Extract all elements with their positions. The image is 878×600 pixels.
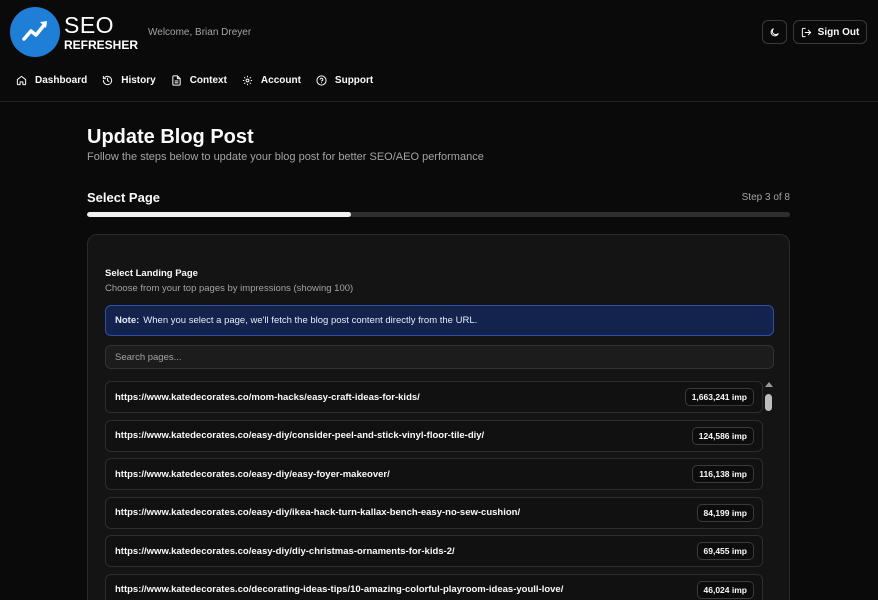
nav-item-context[interactable]: Context xyxy=(171,75,227,86)
impressions-badge: 46,024 imp xyxy=(696,580,754,599)
nav-label-dashboard: Dashboard xyxy=(35,74,88,86)
page-url: https://www.katedecorates.co/mom-hacks/e… xyxy=(115,391,420,403)
list-item[interactable]: https://www.katedecorates.co/easy-diy/di… xyxy=(105,535,763,567)
nav-label-context: Context xyxy=(189,74,227,86)
log-out-icon xyxy=(801,27,811,37)
page-subtitle: Follow the steps below to update your bl… xyxy=(87,151,484,163)
home-icon xyxy=(16,75,27,85)
document-icon xyxy=(172,74,181,86)
card-subtitle: Choose from your top pages by impression… xyxy=(105,283,354,294)
nav-item-account[interactable]: Account xyxy=(242,75,301,86)
gear-icon xyxy=(242,75,253,85)
list-item[interactable]: https://www.katedecorates.co/easy-diy/ik… xyxy=(105,496,763,529)
list-scrollbar[interactable] xyxy=(764,381,774,600)
note-text: When you select a page, we'll fetch the … xyxy=(143,315,478,326)
nav-label-account: Account xyxy=(260,74,301,86)
impressions-badge: 69,455 imp xyxy=(696,542,754,560)
nav-item-dashboard[interactable]: Dashboard xyxy=(16,75,87,86)
scroll-up-arrow-icon[interactable] xyxy=(765,382,773,387)
trend-arrow-icon xyxy=(10,7,60,57)
search-field xyxy=(105,345,774,369)
nav-item-support[interactable]: Support xyxy=(316,75,373,86)
nav-item-history[interactable]: History xyxy=(102,74,156,86)
page-url: https://www.katedecorates.co/easy-diy/ea… xyxy=(115,468,390,480)
history-icon xyxy=(103,75,113,85)
list-item[interactable]: https://www.katedecorates.co/decorating-… xyxy=(105,573,763,600)
moon-icon xyxy=(770,27,779,36)
impressions-badge: 1,663,241 imp xyxy=(684,388,754,406)
logo-text-refresher: REFRESHER xyxy=(64,37,139,52)
logo-text-seo: SEO xyxy=(64,11,115,38)
welcome-message: Welcome, Brian Dreyer xyxy=(148,27,252,38)
list-item[interactable]: https://www.katedecorates.co/mom-hacks/e… xyxy=(105,381,763,413)
step-title: Select Page xyxy=(87,190,160,205)
impressions-badge: 84,199 imp xyxy=(696,503,754,522)
sign-out-label: Sign Out xyxy=(817,26,860,38)
search-input[interactable] xyxy=(106,346,773,368)
list-item[interactable]: https://www.katedecorates.co/easy-diy/ea… xyxy=(105,458,763,490)
progress-bar xyxy=(87,212,790,217)
note-label: Note: xyxy=(115,315,140,326)
theme-toggle-button[interactable] xyxy=(762,20,787,44)
progress-bar-fill xyxy=(87,212,351,217)
nav-label-history: History xyxy=(121,74,156,86)
nav-label-support: Support xyxy=(334,74,374,86)
sign-out-button[interactable]: Sign Out xyxy=(793,20,867,44)
page-url: https://www.katedecorates.co/decorating-… xyxy=(115,584,564,595)
info-note: Note: When you select a page, we'll fetc… xyxy=(105,305,774,336)
landing-page-card: Select Landing Page Choose from your top… xyxy=(87,234,790,600)
step-counter: Step 3 of 8 xyxy=(741,192,790,203)
impressions-badge: 116,138 imp xyxy=(692,465,754,483)
main-nav: Dashboard History Context Account Suppor… xyxy=(16,72,388,88)
page-url: https://www.katedecorates.co/easy-diy/co… xyxy=(115,430,485,441)
impressions-badge: 124,586 imp xyxy=(691,426,754,445)
card-title: Select Landing Page xyxy=(105,268,198,279)
list-item[interactable]: https://www.katedecorates.co/easy-diy/co… xyxy=(105,419,763,452)
page-list: https://www.katedecorates.co/mom-hacks/e… xyxy=(105,381,764,600)
page-url: https://www.katedecorates.co/easy-diy/di… xyxy=(115,545,455,557)
scrollbar-thumb[interactable] xyxy=(765,394,772,411)
app-header: SEO REFRESHER Welcome, Brian Dreyer Sign… xyxy=(0,0,878,102)
help-circle-icon xyxy=(316,74,327,86)
page-url: https://www.katedecorates.co/easy-diy/ik… xyxy=(115,507,521,518)
page-title: Update Blog Post xyxy=(87,126,254,148)
logo[interactable]: SEO REFRESHER xyxy=(10,7,142,57)
